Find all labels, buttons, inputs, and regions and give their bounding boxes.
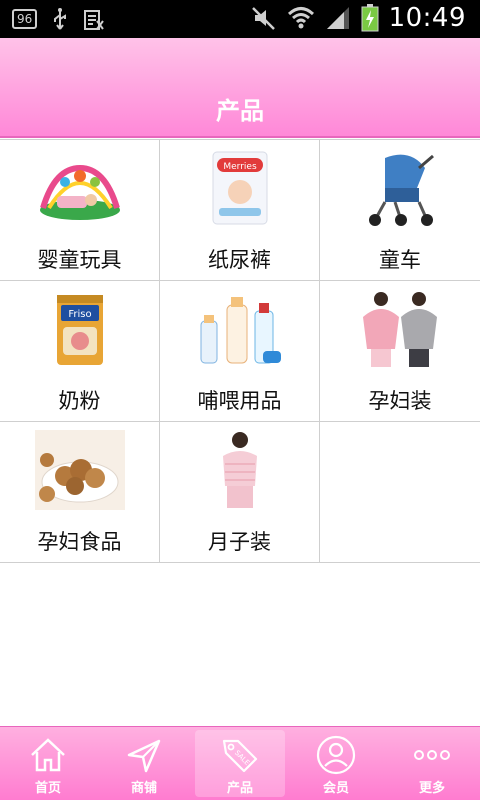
maternity-clothes-image: [355, 289, 445, 369]
user-icon: [316, 735, 356, 775]
nav-products[interactable]: SALE 产品: [192, 727, 288, 800]
category-maternity-clothes[interactable]: 孕妇装: [320, 281, 480, 421]
walnuts-image: [35, 430, 125, 510]
svg-text:Friso: Friso: [68, 309, 91, 320]
app-notification-icon: [83, 7, 105, 31]
grid-row: 婴童玩具 Merries 纸尿裤 童车: [0, 140, 480, 281]
diaper-pack-image: Merries: [195, 148, 285, 228]
category-label: 哺喂用品: [197, 389, 282, 413]
battery-charging-icon: [361, 4, 379, 32]
notification-badge: 96: [12, 9, 38, 29]
nav-more[interactable]: 更多: [384, 727, 480, 800]
category-label: 孕妇装: [368, 389, 432, 413]
nav-label: 产品: [226, 781, 253, 796]
postnatal-wear-image: [195, 430, 285, 510]
page-title: 产品: [216, 97, 264, 125]
baby-play-gym-image: [35, 148, 125, 228]
category-label: 童车: [379, 248, 421, 272]
category-label: 纸尿裤: [208, 248, 271, 272]
nav-home[interactable]: 首页: [0, 727, 96, 800]
category-grid: 婴童玩具 Merries 纸尿裤 童车 Friso 奶粉 哺喂用品 孕妇装 孕妇…: [0, 139, 480, 563]
nav-shops[interactable]: 商铺: [96, 727, 192, 800]
status-bar: 96 10:49: [0, 0, 480, 38]
nav-label: 商铺: [130, 781, 157, 796]
category-label: 婴童玩具: [37, 248, 122, 272]
milk-powder-can-image: Friso: [35, 289, 125, 369]
category-label: 孕妇食品: [37, 530, 122, 554]
home-icon: [28, 735, 68, 775]
send-icon: [124, 735, 164, 775]
feeding-bottles-image: [195, 289, 285, 369]
category-diapers[interactable]: Merries 纸尿裤: [160, 140, 320, 280]
empty-cell: [320, 422, 480, 562]
category-strollers[interactable]: 童车: [320, 140, 480, 280]
bottom-nav: 首页 商铺 SALE 产品 会员 更多: [0, 726, 480, 800]
nav-label: 更多: [418, 781, 445, 796]
nav-member[interactable]: 会员: [288, 727, 384, 800]
category-postnatal-wear[interactable]: 月子装: [160, 422, 320, 562]
sale-tag-icon: SALE: [220, 735, 260, 775]
usb-icon: [51, 7, 69, 31]
signal-icon: [325, 5, 351, 31]
title-bar: 产品: [0, 38, 480, 138]
more-icon: [412, 735, 452, 775]
nav-label: 首页: [34, 781, 61, 796]
category-feeding-supplies[interactable]: 哺喂用品: [160, 281, 320, 421]
wifi-icon: [287, 5, 315, 31]
category-milk-powder[interactable]: Friso 奶粉: [0, 281, 160, 421]
grid-row: Friso 奶粉 哺喂用品 孕妇装: [0, 281, 480, 422]
category-maternity-food[interactable]: 孕妇食品: [0, 422, 160, 562]
category-baby-toys[interactable]: 婴童玩具: [0, 140, 160, 280]
svg-text:Merries: Merries: [223, 162, 257, 172]
grid-row: 孕妇食品 月子装: [0, 422, 480, 563]
category-label: 奶粉: [58, 389, 101, 413]
mute-icon: [251, 5, 277, 31]
category-label: 月子装: [208, 530, 271, 554]
nav-label: 会员: [322, 781, 349, 796]
clock: 10:49: [388, 3, 466, 33]
stroller-image: [355, 148, 445, 228]
